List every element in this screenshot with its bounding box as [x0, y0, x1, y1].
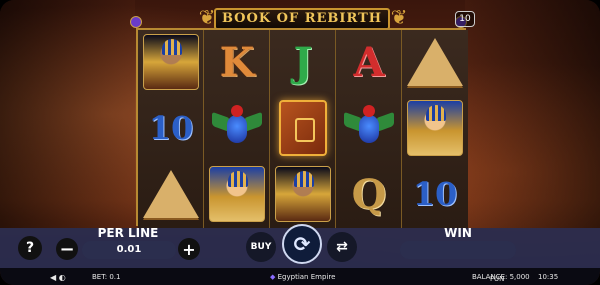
pyramid-icon — [143, 170, 199, 218]
game-frame: ❦ ❦ BOOK OF REBIRTH 10 10 K J A Q 10 ? P… — [0, 0, 600, 285]
spin-icon: ⟳ — [293, 232, 311, 256]
q-symbol: Q — [351, 170, 387, 218]
k-symbol: K — [219, 38, 255, 86]
reel-symbol: J — [273, 32, 333, 92]
reel-symbol: 10 — [405, 164, 465, 224]
increase-bet-button[interactable]: + — [178, 238, 200, 260]
reel-symbol: A — [339, 32, 399, 92]
autoplay-button[interactable]: ⇄ — [327, 232, 357, 262]
right-pillar-background — [465, 0, 600, 228]
total-bet: BET: 0.1 — [92, 273, 121, 281]
pyramid-icon — [407, 38, 463, 86]
scarab-icon — [212, 105, 262, 151]
ten-symbol: 10 — [148, 109, 194, 147]
help-button[interactable]: ? — [18, 236, 42, 260]
per-line-label: PER LINE — [97, 226, 159, 240]
reel-symbol — [339, 98, 399, 158]
sound-icon[interactable]: ◀ ◐ — [50, 273, 66, 282]
game-name: ◆ Egyptian Empire — [270, 273, 336, 281]
game-title: BOOK OF REBIRTH — [214, 8, 390, 30]
a-symbol: A — [353, 38, 385, 86]
reel-4: A Q — [336, 30, 402, 228]
reel-symbol — [141, 164, 201, 224]
reel-3: J — [270, 30, 336, 228]
reel-symbol — [207, 98, 267, 158]
reel-symbol — [207, 164, 267, 224]
autoplay-icon: ⇄ — [336, 239, 348, 255]
j-symbol: J — [293, 38, 313, 86]
reel-symbol — [141, 32, 201, 92]
scarab-ornament-icon — [130, 16, 142, 28]
reels-area: 10 K J A Q 10 — [136, 28, 468, 228]
book-of-rebirth-icon — [279, 100, 327, 156]
reel-1: 10 — [138, 30, 204, 228]
game-logo-icon: ◆ — [270, 273, 276, 281]
queen-portrait-icon — [143, 34, 199, 90]
pharaoh-portrait-icon — [209, 166, 265, 222]
reel-symbol: K — [207, 32, 267, 92]
reel-2: K — [204, 30, 270, 228]
scarab-icon — [344, 105, 394, 151]
win-value — [400, 241, 516, 259]
reel-symbol: 10 — [141, 98, 201, 158]
bet-per-line-value: 0.01 — [82, 241, 176, 259]
spin-button[interactable]: ⟳ — [282, 224, 322, 264]
win-label: WIN — [444, 226, 472, 240]
clock: 10:35 — [538, 273, 559, 281]
reel-symbol: Q — [339, 164, 399, 224]
buy-feature-button[interactable]: BUY — [246, 232, 276, 262]
queen-portrait-icon — [275, 166, 331, 222]
decrease-bet-button[interactable]: − — [56, 238, 78, 260]
reel-symbol — [273, 164, 333, 224]
reel-symbol — [405, 32, 465, 92]
reel-symbol — [405, 98, 465, 158]
reel-symbol — [273, 98, 333, 158]
reel-5: 10 — [402, 30, 468, 228]
pharaoh-portrait-icon — [407, 100, 463, 156]
wing-ornament-icon: ❦ — [390, 5, 408, 29]
lines-count-badge: 10 — [455, 11, 475, 27]
left-pillar-background — [0, 0, 135, 228]
mode-label: FUN — [490, 275, 505, 283]
ten-symbol: 10 — [412, 175, 458, 213]
status-bar: ◀ ◐ BET: 0.1 ◆ Egyptian Empire BALANCE: … — [0, 268, 600, 285]
